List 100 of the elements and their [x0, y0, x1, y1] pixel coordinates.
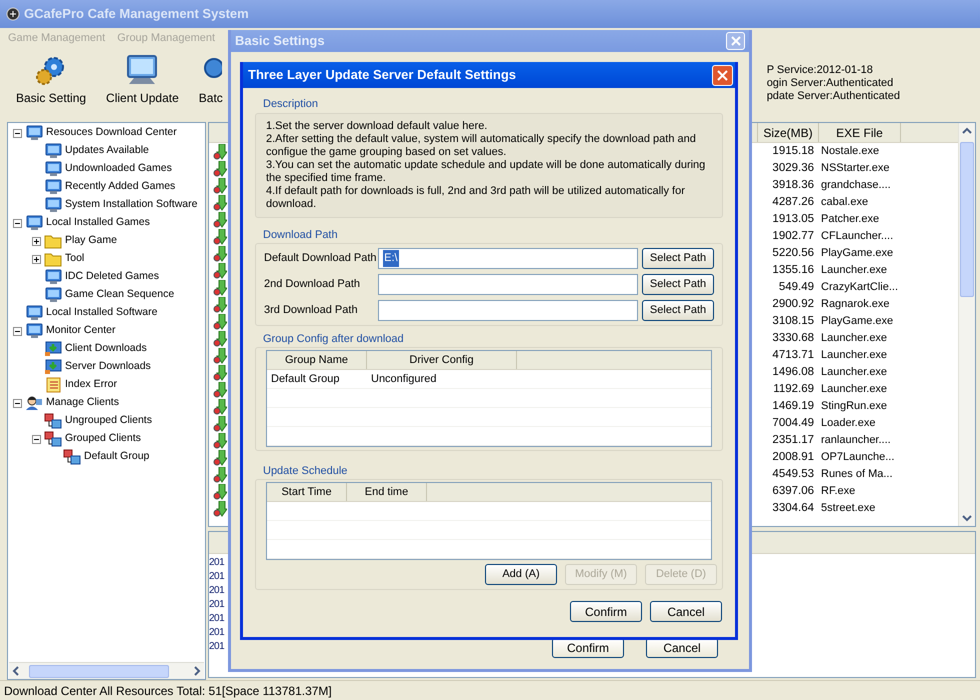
table-cell-text: 6397.06 — [771, 484, 815, 499]
group-label: Download Path — [262, 228, 339, 243]
select-path-button[interactable]: Select Path — [642, 300, 714, 321]
folder-icon — [44, 251, 62, 267]
scrollbar-thumb[interactable] — [29, 664, 169, 678]
log-entry: 201 — [209, 598, 224, 612]
expand-icon[interactable] — [32, 254, 41, 264]
tree-item[interactable]: Client Downloads — [65, 341, 147, 357]
column-header[interactable]: Driver Config — [367, 351, 517, 369]
horizontal-scrollbar[interactable] — [9, 662, 204, 679]
tree-item[interactable]: Default Group — [84, 449, 150, 465]
schedule-button[interactable]: Add (A) — [485, 564, 557, 585]
toolbar-button[interactable]: Batc — [188, 48, 233, 112]
tree-item[interactable]: Updates Available — [65, 143, 149, 159]
toolbar-button[interactable]: Client Update — [96, 48, 189, 112]
tree-item[interactable]: Resouces Download Center — [46, 125, 177, 141]
status-icon — [213, 228, 227, 244]
tree-item[interactable]: Index Error — [65, 377, 117, 393]
monitor-icon — [44, 197, 62, 213]
dialog-button[interactable]: Cancel — [646, 638, 718, 658]
list-icon — [44, 377, 62, 393]
tree-item[interactable]: Play Game — [65, 233, 117, 249]
monitor-icon — [44, 143, 62, 159]
select-path-button[interactable]: Select Path — [642, 248, 714, 269]
table-cell-text: 3304.64 — [771, 500, 815, 516]
table-cell-text: 3918.36 — [771, 178, 815, 193]
folder-icon — [44, 233, 62, 249]
server-status-text: ogin Server:Authenticated — [766, 77, 894, 90]
table-cell-text: 3029.36 — [771, 160, 815, 176]
table-cell-text: 2351.17 — [771, 432, 815, 448]
close-button[interactable] — [712, 64, 733, 86]
collapse-icon[interactable] — [13, 326, 22, 336]
field-label: 3rd Download Path — [264, 303, 359, 318]
window-title: GCafePro Cafe Management System — [24, 5, 249, 24]
dialog-button[interactable]: Confirm — [552, 638, 624, 658]
tree-item[interactable]: Server Downloads — [65, 359, 151, 375]
status-icon — [213, 466, 227, 482]
status-icon — [213, 262, 227, 278]
network-icon — [63, 449, 81, 465]
monitor-icon — [44, 287, 62, 303]
dialog-button[interactable]: Confirm — [570, 601, 642, 622]
table-cell-text: 1355.16 — [771, 262, 815, 278]
status-icon — [213, 212, 227, 228]
path-field[interactable] — [378, 300, 638, 321]
collapse-icon[interactable] — [13, 218, 22, 228]
monitor-icon — [25, 125, 43, 141]
status-icon — [213, 484, 227, 500]
tree-item[interactable]: Local Installed Software — [46, 305, 158, 321]
table-cell-text: PlayGame.exe — [820, 246, 894, 262]
dialog-title: Three Layer Update Server Default Settings — [248, 66, 516, 84]
tree-item[interactable]: Tool — [65, 251, 84, 267]
tree-item[interactable]: Game Clean Sequence — [65, 287, 174, 303]
tree-item[interactable]: Grouped Clients — [65, 431, 141, 447]
path-field[interactable] — [378, 274, 638, 295]
toolbar-button[interactable]: Basic Setting — [6, 48, 96, 112]
tree-item[interactable]: Undownloaded Games — [65, 161, 172, 177]
table-cell-text: CrazyKartClie... — [820, 280, 900, 296]
table-cell-text: NSStarter.exe — [820, 161, 890, 176]
tree-item[interactable]: IDC Deleted Games — [65, 269, 159, 285]
vertical-scrollbar[interactable] — [958, 123, 975, 526]
table-cell-text: 1496.08 — [771, 364, 815, 380]
expand-icon[interactable] — [32, 236, 41, 246]
monitor-icon — [125, 54, 160, 86]
scrollbar-thumb[interactable] — [960, 142, 974, 297]
table-cell-text: 4287.26 — [771, 194, 815, 210]
column-header[interactable]: Group Name — [267, 351, 367, 369]
column-header[interactable]: EXE File — [819, 123, 901, 142]
description-text: 2.After setting the default value, system will automatically specify the download path and configue the game grouping based on set values. — [266, 133, 697, 159]
status-icon — [213, 382, 227, 398]
table-cell-text: Launcher.exe — [820, 263, 888, 278]
tree-item[interactable]: Monitor Center — [46, 323, 116, 339]
monitor-icon — [25, 215, 43, 231]
column-header[interactable]: Start Time — [267, 483, 347, 501]
path-field[interactable]: E:\ — [378, 248, 638, 269]
table-cell-text: 1469.19 — [771, 398, 815, 414]
monitor-icon — [25, 323, 43, 339]
table-cell-text: Ragnarok.exe — [820, 297, 890, 312]
tree-item[interactable]: Ungrouped Clients — [65, 413, 152, 429]
log-entry: 201 — [209, 556, 224, 570]
table-cell-text: Default Group — [270, 372, 340, 387]
table-cell-text: RF.exe — [820, 484, 856, 500]
tree-item[interactable]: Recently Added Games — [65, 179, 176, 195]
collapse-icon[interactable] — [32, 434, 41, 444]
download-icon — [44, 341, 62, 357]
tree-item[interactable]: System Installation Software — [65, 197, 198, 213]
tree-item[interactable]: Local Installed Games — [46, 215, 150, 231]
tree-item[interactable]: Manage Clients — [46, 395, 119, 411]
status-icon — [213, 160, 227, 176]
server-status-text: pdate Server:Authenticated — [766, 90, 900, 103]
table-cell-text: 1913.05 — [771, 212, 815, 227]
column-header[interactable]: Size(MB) — [757, 123, 819, 142]
dialog-button[interactable]: Cancel — [650, 601, 722, 622]
column-header[interactable]: End time — [347, 483, 427, 501]
close-icon — [717, 70, 728, 80]
select-path-button[interactable]: Select Path — [642, 274, 714, 295]
description-text: 3.You can set the automatic update schedule and update will be done automatically during the specified time frame. — [266, 159, 706, 185]
collapse-icon[interactable] — [13, 128, 22, 138]
log-entry: 201 — [209, 570, 224, 584]
collapse-icon[interactable] — [13, 398, 22, 408]
table-cell-text: Runes of Ma... — [820, 467, 894, 482]
